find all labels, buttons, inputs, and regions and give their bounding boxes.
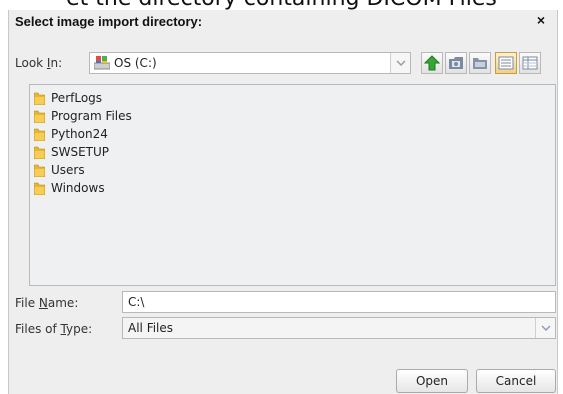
folder-icon [33, 128, 46, 141]
folder-icon [33, 182, 46, 195]
list-view-button[interactable] [495, 52, 517, 74]
import-directory-dialog: Select image import directory: × Look In… [8, 10, 558, 394]
list-item[interactable]: SWSETUP [33, 143, 110, 161]
folder-icon [33, 110, 46, 123]
look-in-combo[interactable]: OS (C:) [89, 52, 411, 74]
folder-icon [33, 164, 46, 177]
list-item-label: Program Files [51, 109, 132, 123]
list-item[interactable]: Program Files [33, 107, 132, 125]
up-one-level-button[interactable] [421, 52, 443, 74]
open-button[interactable]: Open [396, 369, 468, 393]
file-type-value: All Files [128, 321, 174, 335]
file-list[interactable]: PerfLogs Program Files Python24 SWSETUP User… [29, 84, 556, 286]
drive-icon [93, 56, 111, 70]
look-in-value: OS (C:) [114, 56, 157, 70]
cancel-button[interactable]: Cancel [476, 369, 556, 393]
dialog-title: Select image import directory: [15, 14, 203, 29]
desktop-button[interactable] [445, 52, 467, 74]
file-name-label: File Name: [15, 296, 79, 310]
file-type-label: Files of Type: [15, 322, 93, 336]
list-item[interactable]: Python24 [33, 125, 108, 143]
file-type-combo[interactable]: All Files [122, 317, 556, 339]
list-item-label: SWSETUP [51, 145, 110, 159]
list-item-label: Python24 [51, 127, 108, 141]
folder-icon [33, 146, 46, 159]
folder-icon [33, 92, 46, 105]
chevron-down-icon[interactable] [535, 318, 555, 338]
chevron-down-icon[interactable] [390, 53, 410, 73]
new-folder-button[interactable] [469, 52, 491, 74]
list-item-label: Users [51, 163, 85, 177]
close-button[interactable]: × [533, 12, 549, 30]
list-item[interactable]: PerfLogs [33, 89, 103, 107]
details-view-button[interactable] [519, 52, 541, 74]
file-name-input[interactable]: C:\ [122, 291, 556, 313]
title-bar[interactable]: Select image import directory: × [9, 10, 557, 32]
look-in-label: Look In: [15, 56, 63, 70]
list-item-label: PerfLogs [51, 91, 103, 105]
list-item[interactable]: Windows [33, 179, 105, 197]
list-item-label: Windows [51, 181, 105, 195]
list-item[interactable]: Users [33, 161, 85, 179]
